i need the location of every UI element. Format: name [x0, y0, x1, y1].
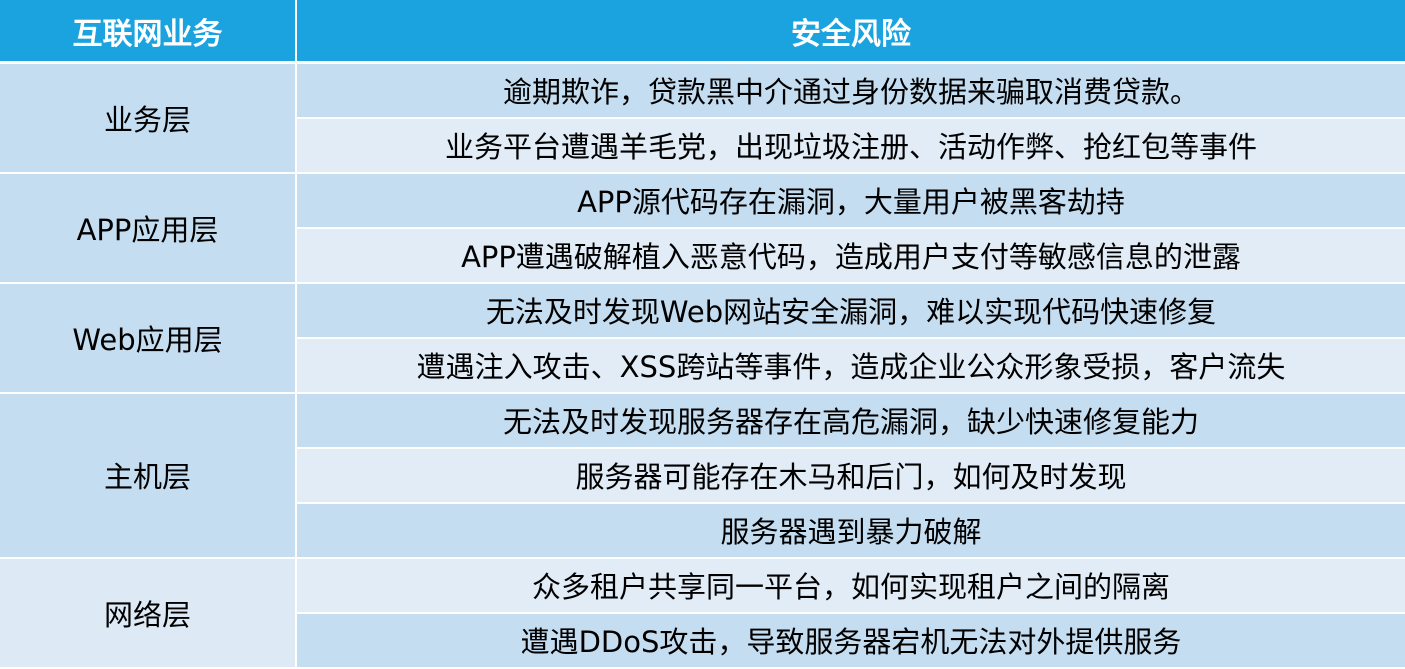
- risk-cell: 无法及时发现服务器存在高危漏洞，缺少快速修复能力: [296, 392, 1405, 449]
- table-row: 网络层 众多租户共享同一平台，如何实现租户之间的隔离: [0, 557, 1405, 669]
- table-header-row: 互联网业务 安全风险: [0, 0, 1405, 64]
- risk-cell: APP源代码存在漏洞，大量用户被黑客劫持: [296, 172, 1405, 229]
- risk-cell: APP遭遇破解植入恶意代码，造成用户支付等敏感信息的泄露: [296, 227, 1405, 284]
- layer-host: 主机层: [0, 392, 297, 559]
- table-row: 业务层 逾期欺诈，贷款黑中介通过身份数据来骗取消费贷款。: [0, 62, 1405, 174]
- risk-cell: 遭遇注入攻击、XSS跨站等事件，造成企业公众形象受损，客户流失: [296, 337, 1405, 394]
- risk-cell: 无法及时发现Web网站安全漏洞，难以实现代码快速修复: [296, 282, 1405, 339]
- risk-cell: 服务器遇到暴力破解: [296, 502, 1405, 559]
- table-row: APP应用层 APP源代码存在漏洞，大量用户被黑客劫持: [0, 172, 1405, 284]
- risk-cell: 业务平台遭遇羊毛党，出现垃圾注册、活动作弊、抢红包等事件: [296, 117, 1405, 174]
- header-internet-business: 互联网业务: [0, 0, 297, 64]
- layer-web: Web应用层: [0, 282, 297, 394]
- risk-cell: 遭遇DDoS攻击，导致服务器宕机无法对外提供服务: [296, 612, 1405, 669]
- layer-business: 业务层: [0, 62, 297, 174]
- risk-cell: 服务器可能存在木马和后门，如何及时发现: [296, 447, 1405, 504]
- table-row: Web应用层 无法及时发现Web网站安全漏洞，难以实现代码快速修复: [0, 282, 1405, 394]
- risk-cell: 众多租户共享同一平台，如何实现租户之间的隔离: [296, 557, 1405, 614]
- layer-app: APP应用层: [0, 172, 297, 284]
- header-security-risk: 安全风险: [296, 0, 1405, 64]
- layer-network: 网络层: [0, 557, 297, 669]
- risk-cell: 逾期欺诈，贷款黑中介通过身份数据来骗取消费贷款。: [296, 62, 1405, 119]
- security-risk-table: 互联网业务 安全风险 业务层 逾期欺诈，贷款黑中介通过身份数据来骗取消费贷款。 …: [0, 0, 1405, 669]
- table-row: 主机层 无法及时发现服务器存在高危漏洞，缺少快速修复能力: [0, 392, 1405, 559]
